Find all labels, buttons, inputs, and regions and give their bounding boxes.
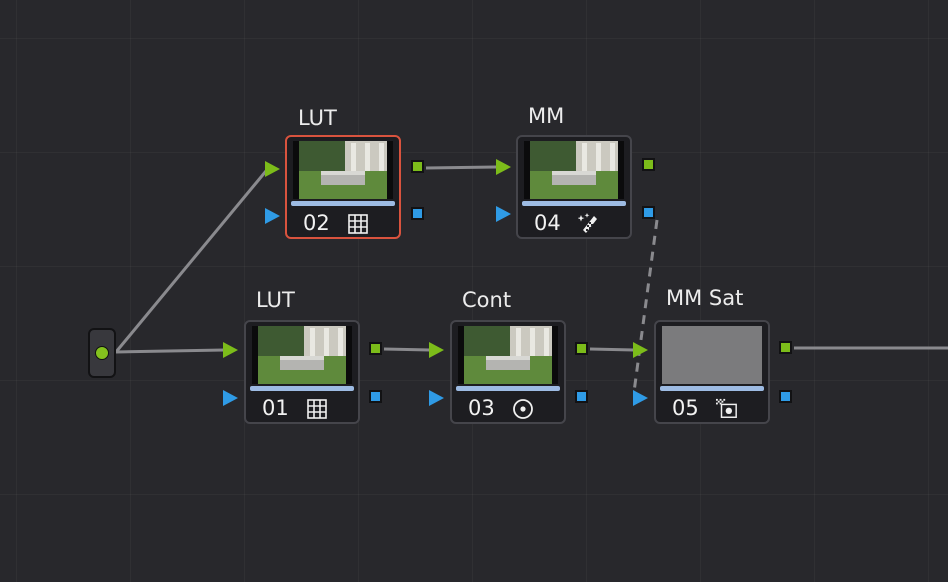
node-05-thumbnail (662, 326, 762, 384)
grid-icon (348, 214, 368, 234)
node-01-status-bar (250, 386, 354, 391)
node-02-rgb-output[interactable] (411, 160, 424, 173)
node-03-rgb-output[interactable] (575, 342, 588, 355)
node-03-alpha-output[interactable] (575, 390, 588, 403)
wire-node-03-to-node-05[interactable] (589, 347, 635, 352)
node-04-status-bar (522, 201, 626, 206)
node-05-rgb-input[interactable] (633, 342, 648, 358)
node-02-rgb-input[interactable] (265, 161, 280, 177)
node-03-status-bar (456, 386, 560, 391)
node-03-alpha-input[interactable] (429, 390, 444, 406)
node-02-label: LUT (298, 106, 337, 130)
node-03[interactable]: 03 (450, 320, 566, 424)
node-02-thumbnail (293, 141, 393, 199)
source-output-port[interactable] (95, 346, 109, 360)
node-03-label: Cont (462, 288, 512, 312)
node-04-rgb-output[interactable] (642, 158, 655, 171)
node-01-thumbnail (252, 326, 352, 384)
node-02-number: 02 (303, 211, 330, 235)
wheel-icon (513, 399, 533, 419)
node-01-alpha-output[interactable] (369, 390, 382, 403)
node-03-thumbnail (458, 326, 558, 384)
node-05-number: 05 (672, 396, 699, 420)
node-03-rgb-input[interactable] (429, 342, 444, 358)
wire-source-to-node-01[interactable] (115, 348, 225, 354)
wire-node-02-to-node-04[interactable] (425, 165, 497, 170)
wire-node-01-to-node-03[interactable] (383, 347, 431, 352)
node-02-status-bar (291, 201, 395, 206)
node-04-alpha-output[interactable] (642, 206, 655, 219)
node-01-alpha-input[interactable] (223, 390, 238, 406)
node-04-thumbnail (524, 141, 624, 199)
node-04-rgb-input[interactable] (496, 159, 511, 175)
node-01-label: LUT (256, 288, 295, 312)
node-05-status-bar (660, 386, 764, 391)
node-02[interactable]: 02 (285, 135, 401, 239)
node-01-rgb-output[interactable] (369, 342, 382, 355)
node-01-number: 01 (262, 396, 289, 420)
source-input-node[interactable] (88, 328, 116, 378)
node-03-number: 03 (468, 396, 495, 420)
node-02-alpha-output[interactable] (411, 207, 424, 220)
node-04[interactable]: 04 (516, 135, 632, 239)
node-04-number: 04 (534, 211, 561, 235)
node-01-rgb-input[interactable] (223, 342, 238, 358)
node-02-alpha-input[interactable] (265, 208, 280, 224)
node-04-alpha-input[interactable] (496, 206, 511, 222)
node-05[interactable]: 05 (654, 320, 770, 424)
node-05-rgb-output[interactable] (779, 341, 792, 354)
node-01[interactable]: 01 (244, 320, 360, 424)
grid-icon (307, 399, 327, 419)
node-04-label: MM (528, 104, 565, 128)
node-05-label: MM Sat (666, 286, 744, 310)
node-05-alpha-output[interactable] (779, 390, 792, 403)
magic-wand-icon (578, 213, 597, 233)
node-05-alpha-input[interactable] (633, 390, 648, 406)
qualifier-icon (716, 398, 737, 418)
